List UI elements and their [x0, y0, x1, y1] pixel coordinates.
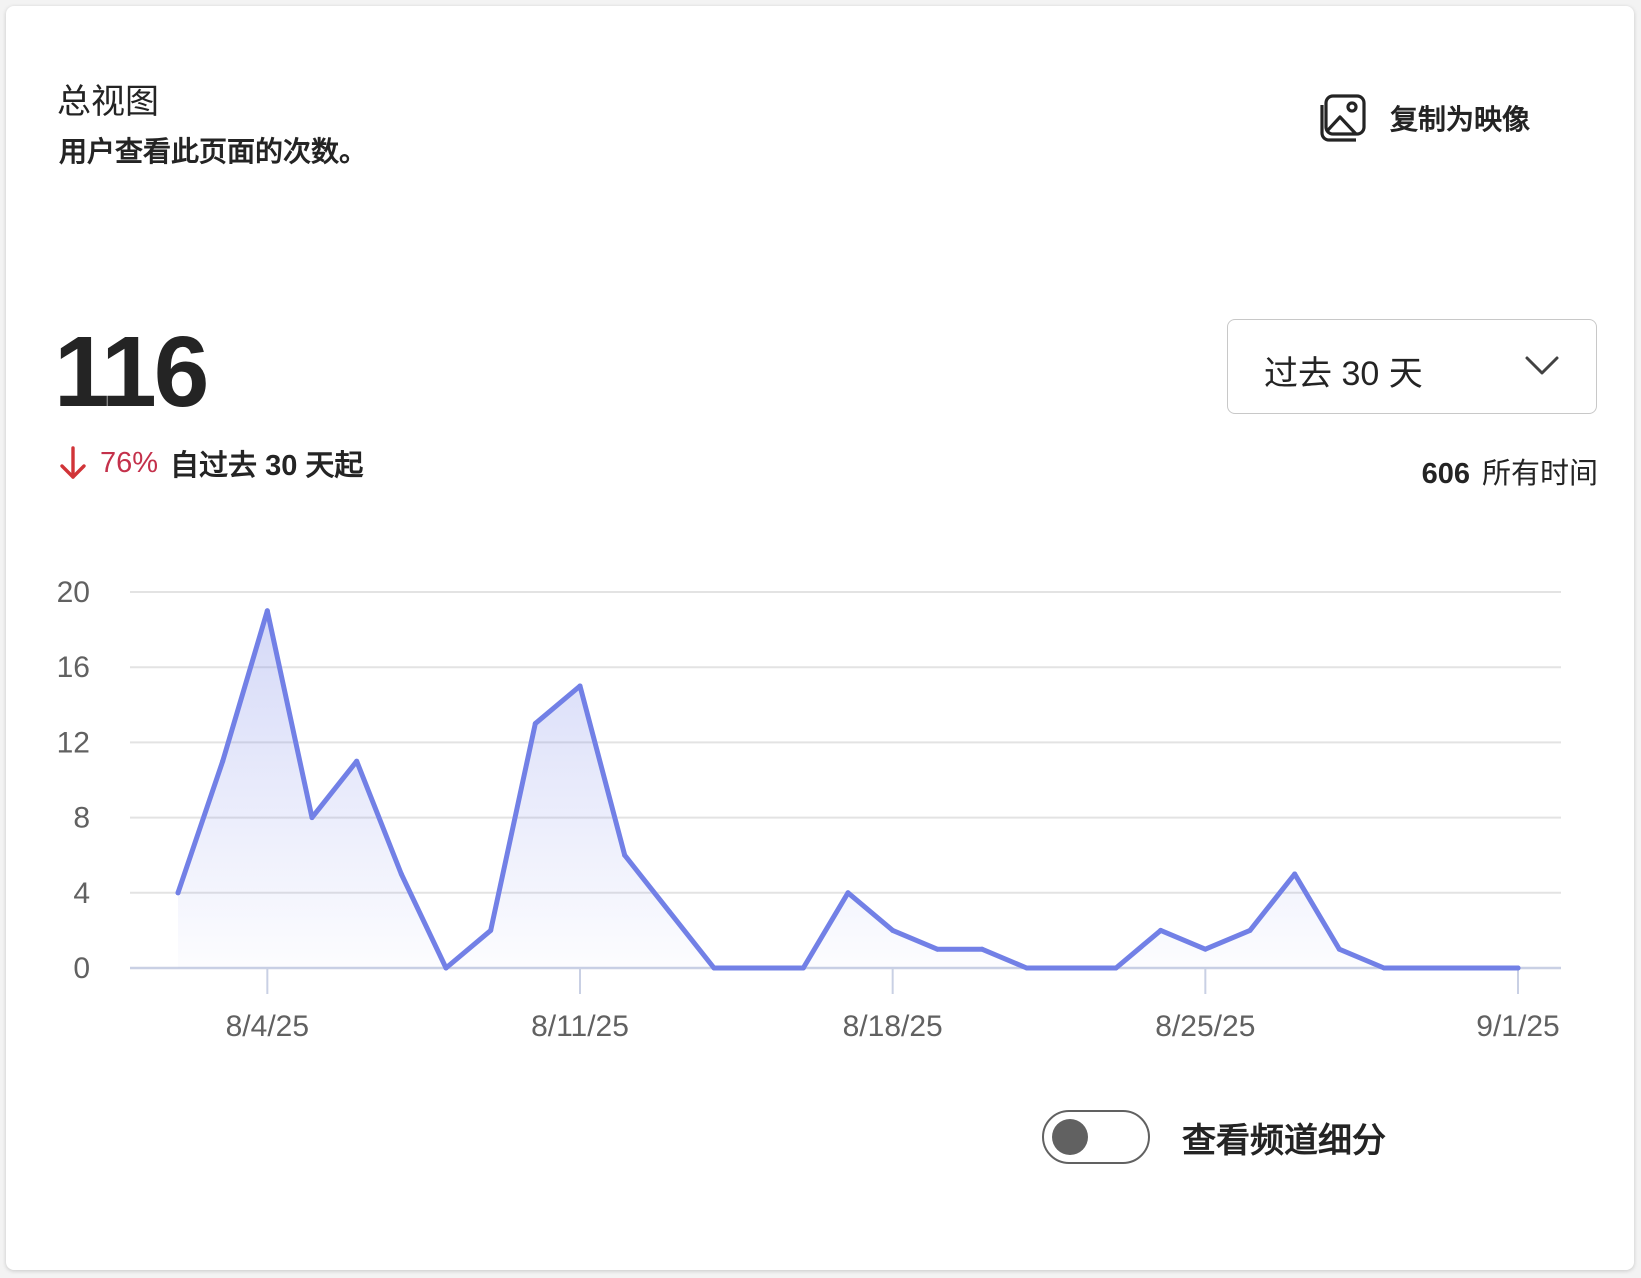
x-tick-label: 8/25/25 [1155, 1010, 1255, 1043]
data-point [264, 608, 270, 614]
channel-breakdown-label: 查看频道细分 [1182, 1121, 1386, 1160]
views-card: 总视图 用户查看此页面的次数。 复制为映像 116 76% 自过去 30 天起 … [6, 6, 1634, 1270]
data-point [220, 758, 226, 764]
y-tick-label: 12 [57, 726, 90, 759]
data-point [398, 871, 404, 877]
x-tick-label: 9/1/25 [1476, 1010, 1559, 1043]
toggle-knob [1052, 1119, 1088, 1155]
data-point [1247, 927, 1253, 933]
data-point [532, 721, 538, 727]
data-point [1381, 965, 1387, 971]
data-point [800, 965, 806, 971]
data-point [979, 946, 985, 952]
data-point [309, 815, 315, 821]
data-point [711, 965, 717, 971]
channel-breakdown-row: 查看频道细分 [1042, 1110, 1386, 1164]
data-point [354, 758, 360, 764]
y-tick-label: 16 [57, 651, 90, 684]
y-tick-label: 20 [57, 576, 90, 609]
data-point [890, 927, 896, 933]
data-point [1292, 871, 1298, 877]
data-point [666, 909, 672, 915]
x-tick-label: 8/18/25 [843, 1010, 943, 1043]
data-point [934, 946, 940, 952]
y-tick-label: 4 [73, 877, 90, 910]
data-point [756, 965, 762, 971]
data-point [1024, 965, 1030, 971]
data-point [1470, 965, 1476, 971]
y-tick-label: 0 [73, 952, 90, 985]
data-point [845, 890, 851, 896]
data-point [1515, 965, 1521, 971]
views-line-chart: 0 4 8 12 16 20 8/4/25 8/11/25 8/18/25 8/25/25 9/1… [57, 576, 1561, 1043]
y-tick-label: 8 [73, 802, 90, 835]
data-point [175, 890, 181, 896]
data-point [443, 965, 449, 971]
data-point [1202, 946, 1208, 952]
data-point [1158, 927, 1164, 933]
data-point [1426, 965, 1432, 971]
data-point [1336, 946, 1342, 952]
data-point [622, 852, 628, 858]
x-tick-label: 8/4/25 [226, 1010, 309, 1043]
channel-breakdown-toggle[interactable] [1042, 1110, 1150, 1164]
data-point [488, 927, 494, 933]
data-point [1068, 965, 1074, 971]
data-point [577, 683, 583, 689]
x-tick-label: 8/11/25 [531, 1010, 629, 1043]
data-point [1113, 965, 1119, 971]
